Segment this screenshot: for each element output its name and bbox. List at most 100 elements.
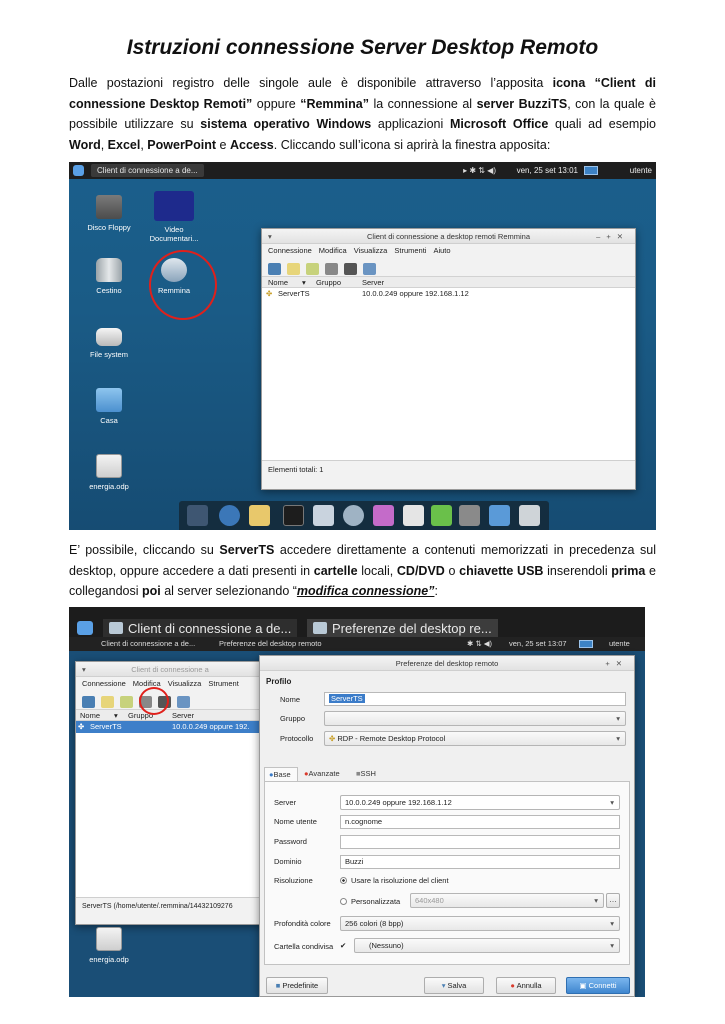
xfce-menu-icon[interactable] bbox=[77, 621, 93, 635]
menu-item[interactable]: Connessione bbox=[268, 246, 312, 255]
dominio-label: Dominio bbox=[274, 857, 302, 866]
protocollo-combo[interactable]: ✤ RDP - Remote Desktop Protocol ▾ bbox=[324, 731, 626, 746]
nome-input[interactable]: ServerTS bbox=[324, 692, 626, 706]
delete-icon[interactable] bbox=[344, 262, 357, 275]
emphasis-text: server BuzziTS bbox=[476, 96, 568, 111]
utente-input[interactable]: n.cognome bbox=[340, 815, 620, 829]
new-icon[interactable] bbox=[287, 262, 300, 275]
taskbar-task-preferences[interactable]: Preferenze del desktop re... bbox=[307, 619, 498, 639]
protocollo-label: Protocollo bbox=[280, 734, 314, 743]
emphasis-text: Word bbox=[69, 137, 101, 152]
screenshot-remmina-client: Client di connessione a de... ▸ ✱ ⇅ ◀) v… bbox=[69, 162, 656, 530]
dialog-controls[interactable]: +✕ bbox=[605, 656, 628, 671]
emphasis-text: cartelle bbox=[313, 563, 358, 578]
taskbar-task-client[interactable]: Client di connessione a de... bbox=[103, 619, 298, 639]
desktop-icon-energia[interactable]: energia.odp bbox=[79, 927, 139, 964]
emphasis-text: PowerPoint bbox=[147, 137, 217, 152]
small-task-client[interactable]: Client di connessione a de... bbox=[101, 637, 195, 651]
show-desktop-icon[interactable] bbox=[187, 505, 208, 526]
screenshot-preferences: Client di connessione a de... Preferenze… bbox=[69, 607, 645, 997]
xfce-menu-icon[interactable] bbox=[73, 165, 84, 176]
status-bar: Elementi totali: 1 bbox=[262, 460, 635, 478]
connect-icon[interactable] bbox=[268, 262, 281, 275]
tab-ssh[interactable]: ■SSH bbox=[352, 767, 382, 781]
editor-icon[interactable] bbox=[403, 505, 424, 526]
terminal-icon[interactable] bbox=[283, 505, 304, 526]
search-icon[interactable] bbox=[343, 505, 364, 526]
list-item[interactable]: ✤ ServerTS 10.0.0.249 oppure 192.168.1.1… bbox=[262, 288, 635, 300]
tab-avanzate[interactable]: ●Avanzate bbox=[300, 767, 350, 781]
desktop-icon-floppy[interactable]: Disco Floppy bbox=[79, 195, 139, 232]
window-menu-icon[interactable]: ▾ bbox=[82, 662, 86, 677]
browser-icon[interactable] bbox=[219, 505, 240, 526]
radio-client-resolution[interactable]: Usare la risoluzione del client bbox=[340, 876, 449, 885]
dominio-input[interactable]: Buzzi bbox=[340, 855, 620, 869]
profondita-combo[interactable]: 256 colori (8 bpp) ▾ bbox=[340, 916, 620, 931]
edit-icon[interactable] bbox=[325, 262, 338, 275]
connetti-button[interactable]: ▣ Connetti bbox=[566, 977, 630, 994]
server-combo[interactable]: 10.0.0.249 oppure 192.168.1.12 ▾ bbox=[340, 795, 620, 810]
menu-item[interactable]: Strument bbox=[208, 679, 238, 688]
paragraph-text: , bbox=[100, 137, 108, 152]
desktop-icon-trash[interactable]: Cestino bbox=[79, 258, 139, 295]
copy-icon[interactable] bbox=[306, 262, 319, 275]
window-controls[interactable]: –+✕ bbox=[596, 229, 629, 244]
cartella-combo[interactable]: (Nessuno) ▾ bbox=[354, 938, 620, 953]
document-icon bbox=[96, 454, 122, 478]
connection-list: ✤ ServerTS 10.0.0.249 oppure 192.168.1.1… bbox=[262, 288, 635, 460]
user-label[interactable]: utente bbox=[609, 637, 630, 651]
window-menu-icon[interactable]: ▾ bbox=[268, 229, 272, 244]
resolution-list-button[interactable]: … bbox=[606, 893, 620, 908]
desktop-icon-home[interactable]: Casa bbox=[79, 388, 139, 425]
settings-icon[interactable] bbox=[459, 505, 480, 526]
custom-resolution-combo[interactable]: 640x480 ▾ bbox=[410, 893, 604, 908]
salva-button[interactable]: ▾ Salva bbox=[424, 977, 484, 994]
emphasis-text: Microsoft Office bbox=[449, 117, 549, 131]
radio-icon bbox=[340, 898, 347, 905]
password-input[interactable] bbox=[340, 835, 620, 849]
tab-base[interactable]: ●Base bbox=[264, 767, 298, 781]
chevron-down-icon: ▾ bbox=[610, 798, 614, 807]
desktop-icon-filesystem[interactable]: File system bbox=[79, 328, 139, 359]
mail-icon[interactable] bbox=[249, 505, 270, 526]
predefinite-button[interactable]: ■ Predefinite bbox=[266, 977, 328, 994]
trash-dock-icon[interactable] bbox=[519, 505, 540, 526]
menu-item[interactable]: Visualizza bbox=[354, 246, 388, 255]
menu-item[interactable]: Visualizza bbox=[168, 679, 202, 688]
preferences-form: Profilo Nome ServerTS Gruppo ▾ Protocoll… bbox=[260, 671, 636, 997]
desktop-icon-energia[interactable]: energia.odp bbox=[79, 454, 139, 491]
menu-item[interactable]: Aiuto bbox=[433, 246, 450, 255]
desktop-icon-video[interactable]: Video Documentari... bbox=[144, 191, 204, 243]
page-title: Istruzioni connessione Server Desktop Re… bbox=[126, 36, 599, 59]
taskbar-task[interactable]: Client di connessione a de... bbox=[91, 164, 204, 177]
list-header: Nome ▾ Gruppo Server bbox=[76, 709, 264, 721]
paragraph-text: E’ possibile, cliccando su bbox=[69, 543, 220, 557]
remmina-dock-icon[interactable] bbox=[313, 505, 334, 526]
connect-icon[interactable] bbox=[82, 695, 95, 708]
small-task-preferences[interactable]: Preferenze del desktop remoto bbox=[219, 637, 322, 651]
radio-custom-resolution[interactable]: Personalizzata bbox=[340, 897, 400, 906]
view-icon[interactable] bbox=[363, 262, 376, 275]
list-item-selected[interactable]: ✤ ServerTS 10.0.0.249 oppure 192. bbox=[76, 721, 264, 733]
gruppo-combo[interactable]: ▾ bbox=[324, 711, 626, 726]
dialog-titlebar[interactable]: Preferenze del desktop remoto +✕ bbox=[260, 656, 634, 671]
annulla-button[interactable]: ● Annulla bbox=[496, 977, 556, 994]
menu-item[interactable]: Strumenti bbox=[394, 246, 426, 255]
workspace-switcher-icon[interactable] bbox=[584, 166, 598, 175]
window-titlebar[interactable]: ▾ Client di connessione a bbox=[76, 662, 264, 677]
workspace-switcher-icon[interactable] bbox=[579, 640, 593, 648]
new-icon[interactable] bbox=[101, 695, 114, 708]
download-icon[interactable] bbox=[373, 505, 394, 526]
rdp-icon: ✤ bbox=[266, 289, 273, 298]
small-panel: Client di connessione a de... Preferenze… bbox=[69, 637, 645, 651]
menu-item[interactable]: Connessione bbox=[82, 679, 126, 688]
view-icon[interactable] bbox=[177, 695, 190, 708]
music-icon[interactable] bbox=[431, 505, 452, 526]
user-label[interactable]: utente bbox=[630, 162, 652, 179]
files-icon[interactable] bbox=[489, 505, 510, 526]
window-titlebar[interactable]: ▾ Client di connessione a desktop remoti… bbox=[262, 229, 635, 244]
menu-item[interactable]: Modifica bbox=[319, 246, 347, 255]
copy-icon[interactable] bbox=[120, 695, 133, 708]
checkbox-icon[interactable]: ✔ bbox=[340, 941, 346, 950]
paragraph-text: quali ad esempio bbox=[548, 117, 656, 131]
